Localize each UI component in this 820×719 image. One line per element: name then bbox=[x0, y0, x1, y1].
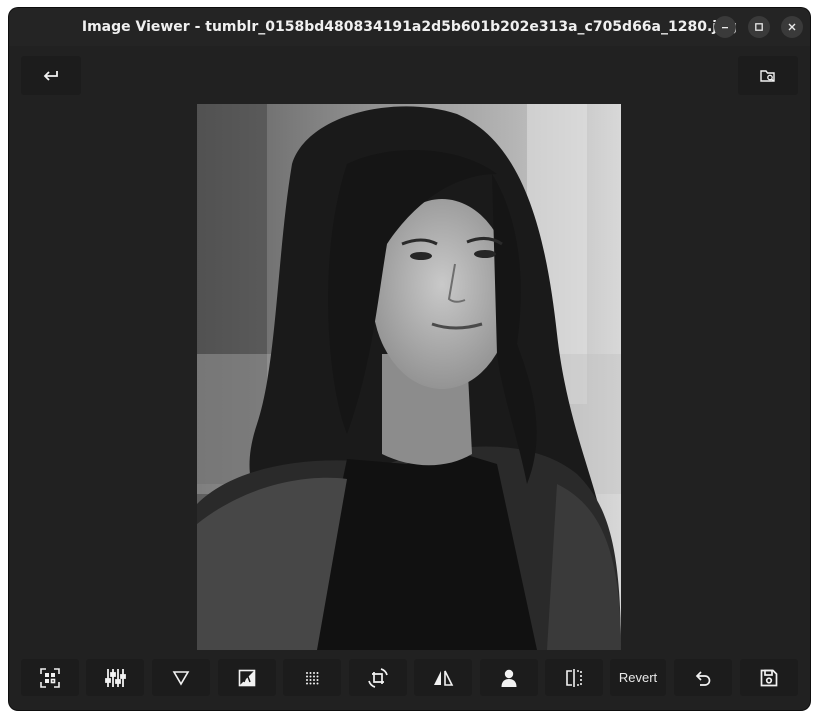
mirror-icon bbox=[566, 668, 582, 687]
maximize-button[interactable] bbox=[748, 16, 770, 38]
portrait-photo bbox=[197, 104, 621, 650]
scan-button[interactable] bbox=[21, 659, 79, 696]
blur-dots-icon bbox=[306, 671, 319, 684]
rotate-crop-button[interactable] bbox=[349, 659, 407, 696]
folder-search-icon bbox=[760, 69, 775, 82]
blur-button[interactable] bbox=[283, 659, 341, 696]
adjust-button[interactable] bbox=[86, 659, 144, 696]
maximize-icon bbox=[755, 23, 763, 31]
mirror-button[interactable] bbox=[545, 659, 603, 696]
flip-icon bbox=[434, 670, 454, 686]
main-image bbox=[197, 104, 621, 650]
edit-toolbar: Revert bbox=[21, 659, 801, 697]
person-button[interactable] bbox=[480, 659, 538, 696]
undo-button[interactable] bbox=[674, 659, 732, 696]
return-arrow-icon bbox=[43, 70, 58, 81]
open-folder-button[interactable] bbox=[738, 56, 798, 95]
filter-button[interactable] bbox=[152, 659, 210, 696]
filter-triangle-icon bbox=[172, 670, 190, 686]
exposure-icon bbox=[238, 669, 256, 686]
back-button[interactable] bbox=[21, 56, 81, 95]
undo-icon bbox=[695, 670, 711, 686]
title-bar[interactable]: Image Viewer - tumblr_0158bd480834191a2d… bbox=[9, 8, 810, 46]
close-icon bbox=[788, 23, 796, 31]
qr-scan-icon bbox=[40, 667, 60, 688]
exposure-button[interactable] bbox=[218, 659, 276, 696]
flip-button[interactable] bbox=[414, 659, 472, 696]
person-icon bbox=[501, 669, 517, 687]
save-icon bbox=[760, 669, 778, 686]
rotate-crop-icon bbox=[368, 667, 388, 688]
revert-button[interactable]: Revert bbox=[610, 659, 666, 696]
minimize-icon bbox=[722, 27, 728, 29]
minimize-button[interactable] bbox=[714, 16, 736, 38]
image-viewer-window: Image Viewer - tumblr_0158bd480834191a2d… bbox=[9, 8, 810, 710]
save-button[interactable] bbox=[740, 659, 798, 696]
adjust-sliders-icon bbox=[105, 668, 126, 687]
close-button[interactable] bbox=[781, 16, 803, 38]
window-title: Image Viewer - tumblr_0158bd480834191a2d… bbox=[81, 19, 738, 35]
